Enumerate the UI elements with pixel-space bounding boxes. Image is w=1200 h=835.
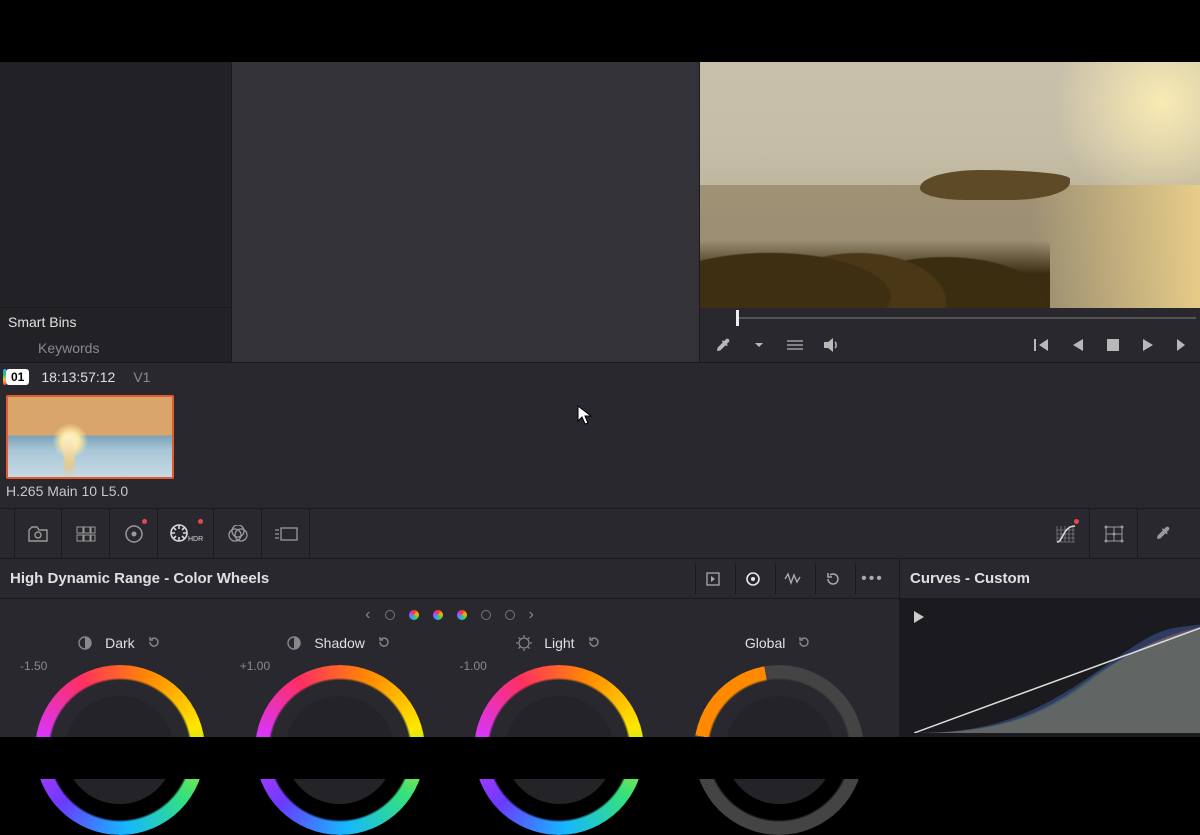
zone-pager: ‹ › xyxy=(0,599,899,631)
wheel-label-shadow: Shadow xyxy=(314,635,365,651)
zone-dot-6[interactable] xyxy=(505,610,515,620)
smart-bins-heading[interactable]: Smart Bins xyxy=(8,314,223,330)
clip-thumbnail[interactable] xyxy=(6,395,174,479)
palette-toolbar: HDR xyxy=(0,508,1200,558)
histogram-overlay xyxy=(914,623,1200,733)
curves-panel-title: Curves - Custom xyxy=(910,570,1030,587)
letterbox-top xyxy=(0,0,1200,62)
light-visibility-icon[interactable] xyxy=(516,635,532,651)
step-fwd-icon[interactable] xyxy=(1176,336,1186,354)
go-first-icon[interactable] xyxy=(1032,336,1050,354)
color-match-icon[interactable] xyxy=(62,509,110,559)
motion-effects-icon[interactable] xyxy=(262,509,310,559)
wheel-label-light: Light xyxy=(544,635,574,651)
stop-icon[interactable] xyxy=(1104,336,1122,354)
curves-handle-icon[interactable] xyxy=(914,611,924,623)
clip-codec-label: H.265 Main 10 L5.0 xyxy=(6,483,1194,499)
viewer-scrubber[interactable] xyxy=(700,308,1200,328)
step-back-icon[interactable] xyxy=(1068,336,1086,354)
node-graph-panel[interactable] xyxy=(232,62,700,362)
rgb-mixer-icon[interactable] xyxy=(214,509,262,559)
hdr-wheels-icon[interactable]: HDR xyxy=(158,509,214,559)
dark-reset-icon[interactable] xyxy=(147,635,163,651)
panel-options-icon[interactable]: ••• xyxy=(855,564,889,594)
shadow-visibility-icon[interactable] xyxy=(286,635,302,651)
qualifier-picker-icon[interactable] xyxy=(1138,509,1186,559)
picker-menu-chevron-icon[interactable] xyxy=(750,336,768,354)
image-wipe-icon[interactable] xyxy=(786,336,804,354)
zone-prev-icon[interactable]: ‹ xyxy=(365,606,370,624)
picker-icon[interactable] xyxy=(714,336,732,354)
zone-dot-1[interactable] xyxy=(385,610,395,620)
zone-dot-4[interactable] xyxy=(457,610,467,620)
viewer-panel xyxy=(700,62,1200,362)
mute-audio-icon[interactable] xyxy=(822,336,840,354)
zone-dot-5[interactable] xyxy=(481,610,491,620)
expand-panel-icon[interactable] xyxy=(695,564,729,594)
zone-next-icon[interactable]: › xyxy=(529,606,534,624)
letterbox-bottom xyxy=(0,737,1200,779)
wheel-label-dark: Dark xyxy=(105,635,135,651)
zone-graph-toggle-icon[interactable] xyxy=(735,564,769,594)
hdr-color-wheels-panel: High Dynamic Range - Color Wheels ••• ‹ … xyxy=(0,559,900,737)
smart-bin-keywords[interactable]: Keywords xyxy=(8,340,223,356)
dark-visibility-icon[interactable] xyxy=(77,635,93,651)
media-sidebar: Smart Bins Keywords xyxy=(0,62,232,362)
light-reset-icon[interactable] xyxy=(587,635,603,651)
play-icon[interactable] xyxy=(1140,336,1158,354)
shadow-reset-icon[interactable] xyxy=(377,635,393,651)
clip-track-label: V1 xyxy=(133,369,150,385)
curves-panel: Curves - Custom xyxy=(900,559,1200,737)
camera-raw-icon[interactable] xyxy=(14,509,62,559)
zone-dot-3[interactable] xyxy=(433,610,443,620)
clip-timecode: 18:13:57:12 xyxy=(41,369,115,385)
waveform-icon[interactable] xyxy=(775,564,809,594)
curves-icon[interactable] xyxy=(1042,509,1090,559)
wheel-label-global: Global xyxy=(745,635,785,651)
zone-dot-2[interactable] xyxy=(409,610,419,620)
svg-text:HDR: HDR xyxy=(188,536,203,543)
wheels-icon[interactable] xyxy=(110,509,158,559)
viewer-image[interactable] xyxy=(700,62,1200,308)
curves-graph[interactable] xyxy=(900,599,1200,737)
hdr-panel-title: High Dynamic Range - Color Wheels xyxy=(10,570,269,587)
warper-icon[interactable] xyxy=(1090,509,1138,559)
global-reset-icon[interactable] xyxy=(797,635,813,651)
clip-thumbnail-strip: 01 18:13:57:12 V1 H.265 Main 10 L5.0 xyxy=(0,362,1200,508)
clip-index-badge: 01 xyxy=(6,369,29,385)
reset-panel-icon[interactable] xyxy=(815,564,849,594)
